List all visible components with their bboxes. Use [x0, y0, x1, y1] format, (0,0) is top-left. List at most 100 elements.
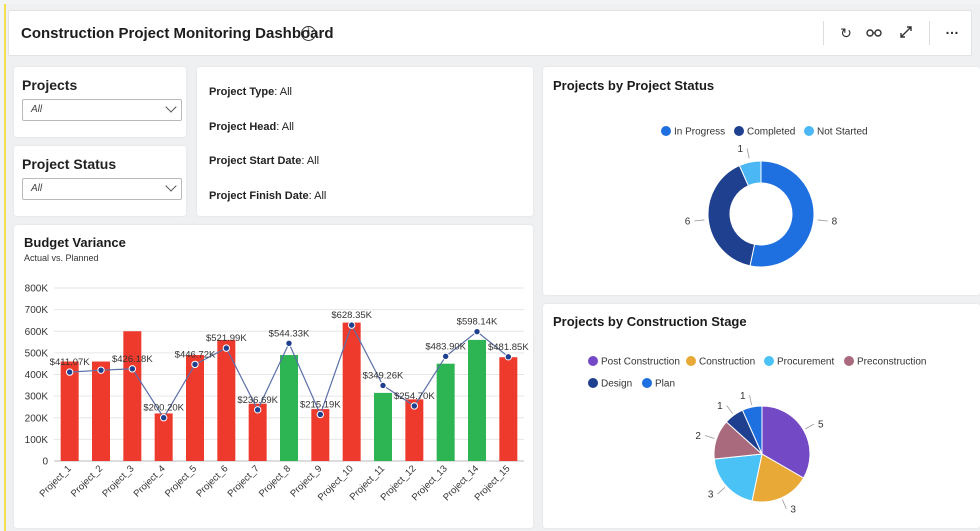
line-point[interactable]	[285, 339, 293, 347]
line-point[interactable]	[410, 402, 419, 410]
slice-value-label: 3	[790, 504, 796, 515]
expand-icon[interactable]	[897, 25, 915, 42]
legend-label[interactable]: Preconstruction	[857, 357, 926, 368]
legend-marker	[844, 356, 854, 366]
data-label: $236.69K	[237, 395, 278, 406]
y-tick-label: 200K	[25, 413, 49, 424]
legend-marker	[588, 356, 598, 366]
data-label: $254.70K	[394, 391, 435, 402]
line-point[interactable]	[97, 366, 105, 374]
leader-line	[694, 219, 705, 222]
leader-line	[805, 423, 815, 430]
budget-variance-chart: 0 100K 200K 300K 400K 500K 600K 700K 800K Project…	[25, 284, 530, 504]
info-icon[interactable]: i	[301, 26, 316, 41]
status-select[interactable]: All	[22, 178, 182, 200]
bar[interactable]	[92, 361, 110, 461]
x-tick-label: Project_3	[100, 463, 136, 499]
projects-select[interactable]: All	[22, 99, 182, 121]
status-select-value: All	[31, 183, 43, 194]
line-point[interactable]	[316, 410, 325, 419]
budget-variance-card: Budget Variance Actual vs. Planned 0 100K…	[14, 225, 533, 528]
status-filter-card: Project Status All	[14, 146, 186, 216]
line-point[interactable]	[504, 353, 513, 361]
page-title: Construction Project Monitoring Dashboar…	[21, 25, 334, 42]
glasses-icon[interactable]	[865, 25, 883, 41]
legend-label[interactable]: Completed	[747, 127, 795, 138]
legend-label[interactable]: Construction	[699, 357, 755, 368]
bar[interactable]	[186, 355, 204, 461]
data-label: $628.35K	[331, 310, 372, 321]
toolbar-divider	[929, 21, 930, 45]
slice-value-label: 6	[685, 217, 691, 228]
info-project-type: Project Type: All	[209, 86, 292, 98]
data-label: $598.14K	[457, 317, 498, 328]
line-point[interactable]	[253, 406, 262, 414]
legend-marker	[661, 126, 671, 136]
dashboard-header: Construction Project Monitoring Dashboar…	[8, 10, 972, 56]
line-point[interactable]	[128, 365, 137, 373]
refresh-icon[interactable]: ↻	[837, 25, 855, 42]
bar[interactable]	[217, 339, 236, 461]
line-point[interactable]	[441, 352, 450, 361]
line-point[interactable]	[379, 381, 387, 390]
legend-marker	[686, 356, 696, 366]
chevron-down-icon	[165, 101, 177, 113]
slice-value-label: 2	[695, 431, 701, 442]
data-label: $426.18K	[112, 354, 153, 365]
x-tick-label: Project_7	[226, 463, 262, 499]
legend-marker	[734, 126, 744, 136]
legend-label[interactable]: Procurement	[777, 357, 834, 368]
data-label: $544.33K	[269, 328, 310, 339]
bar[interactable]	[499, 357, 518, 461]
legend-label[interactable]: Plan	[655, 379, 675, 390]
x-tick-label: Project_5	[163, 463, 199, 499]
y-tick-label: 600K	[25, 327, 49, 338]
x-tick-label: Project_8	[257, 463, 293, 499]
projects-filter-label: Projects	[22, 77, 78, 93]
projects-filter-card: Projects All	[14, 67, 186, 137]
data-label: $481.85K	[488, 342, 529, 353]
project-status-donut-chart: In Progress Completed Not Started 8 6 1	[661, 126, 868, 268]
legend-label[interactable]: Design	[601, 379, 632, 390]
x-tick-label: Project_1	[38, 463, 74, 499]
legend-marker	[642, 378, 652, 388]
legend-label[interactable]: Not Started	[817, 127, 868, 138]
line-point[interactable]	[347, 321, 356, 329]
x-tick-label: Project_4	[132, 463, 168, 499]
leader-line	[717, 487, 726, 495]
status-chart-card: Projects by Project Status In Progress Co…	[543, 67, 980, 295]
legend-label[interactable]: Post Construction	[601, 357, 680, 368]
status-filter-label: Project Status	[22, 156, 117, 172]
bar[interactable]	[123, 331, 142, 461]
line-point[interactable]	[191, 360, 199, 369]
leader-line	[746, 148, 750, 159]
line-point[interactable]	[222, 344, 231, 352]
leader-line	[726, 405, 733, 414]
legend-marker	[764, 356, 774, 366]
slice-value-label: 1	[738, 144, 744, 155]
y-tick-label: 400K	[25, 370, 49, 381]
bar[interactable]	[468, 339, 486, 461]
more-icon[interactable]: …	[943, 21, 961, 37]
line-point[interactable]	[65, 368, 74, 376]
legend-marker	[588, 378, 598, 388]
y-tick-label: 800K	[25, 284, 49, 295]
leader-line	[817, 219, 828, 222]
bar[interactable]	[436, 363, 455, 461]
legend-label[interactable]: In Progress	[674, 127, 725, 138]
y-tick-label: 300K	[25, 392, 49, 403]
legend-marker	[804, 126, 814, 136]
data-label: $200.20K	[143, 403, 184, 414]
line-point[interactable]	[473, 327, 481, 336]
bar[interactable]	[280, 355, 298, 461]
bar[interactable]	[60, 361, 79, 461]
bar[interactable]	[374, 392, 392, 461]
slice-value-label: 1	[740, 391, 746, 402]
line-point[interactable]	[159, 414, 168, 422]
info-start-date: Project Start Date: All	[209, 155, 320, 167]
data-label: $446.72K	[175, 349, 216, 360]
y-tick-label: 700K	[25, 305, 49, 316]
data-label: $215.19K	[300, 399, 341, 410]
slice-value-label: 1	[717, 401, 723, 412]
info-finish-date: Project Finish Date: All	[209, 190, 327, 202]
